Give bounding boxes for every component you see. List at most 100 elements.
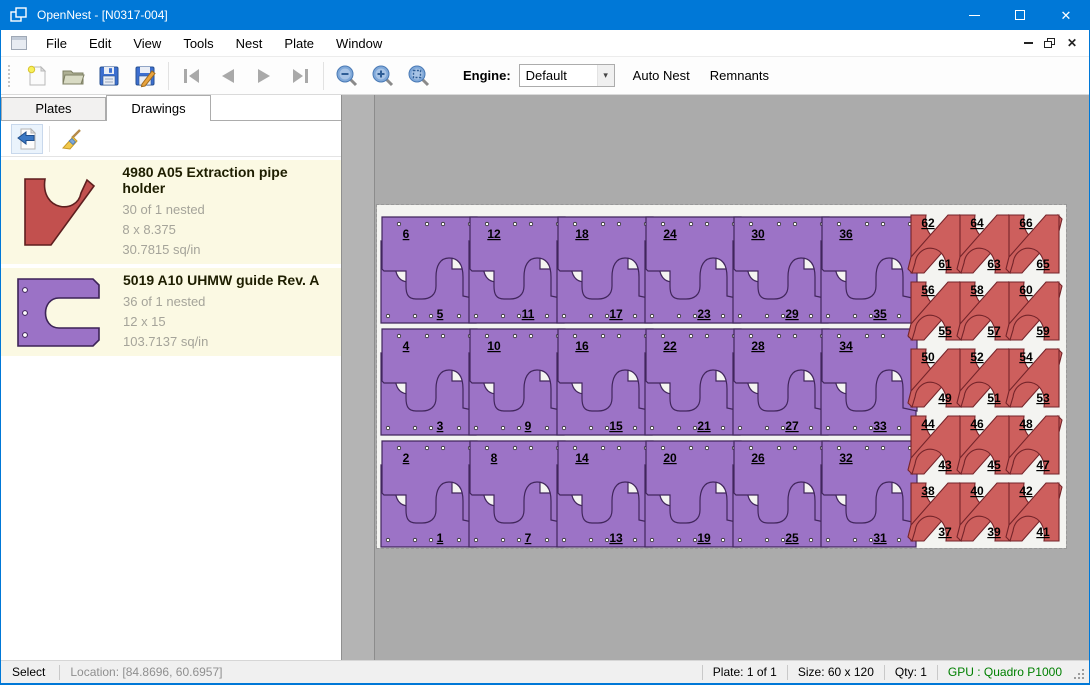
clean-button[interactable] <box>56 124 88 154</box>
mdi-close-icon: ✕ <box>1067 36 1077 50</box>
svg-text:51: 51 <box>987 391 1001 405</box>
svg-text:48: 48 <box>1019 417 1033 431</box>
list-item-part[interactable]: 5019 A10 UHMW guide Rev. A 36 of 1 neste… <box>1 268 341 356</box>
tab-strip-filler <box>211 95 341 121</box>
resize-grip[interactable] <box>1074 669 1086 681</box>
svg-text:25: 25 <box>785 531 799 545</box>
svg-text:10: 10 <box>487 339 501 353</box>
close-button[interactable]: ✕ <box>1043 0 1089 30</box>
gpu-status: GPU : Quadro P1000 <box>938 665 1072 679</box>
svg-text:58: 58 <box>970 283 984 297</box>
mode-status: Select <box>1 665 59 679</box>
engine-select[interactable]: Default ▾ <box>519 64 615 87</box>
zoom-in-button[interactable] <box>365 60 401 92</box>
toolbar-separator <box>323 62 324 90</box>
plate[interactable]: 6512111817242330293635431091615222128273… <box>377 205 1066 548</box>
go-last-button[interactable] <box>282 60 318 92</box>
new-button[interactable] <box>19 60 55 92</box>
save-as-button[interactable] <box>127 60 163 92</box>
import-drawing-icon <box>15 127 39 151</box>
svg-text:60: 60 <box>1019 283 1033 297</box>
svg-text:36: 36 <box>839 227 853 241</box>
import-drawing-button[interactable] <box>11 124 43 154</box>
canvas-margin-strip <box>342 95 375 660</box>
svg-text:12: 12 <box>487 227 501 241</box>
zoom-out-button[interactable] <box>329 60 365 92</box>
svg-text:32: 32 <box>839 451 853 465</box>
svg-text:56: 56 <box>921 283 935 297</box>
plate-size-status: Size: 60 x 120 <box>788 665 884 679</box>
svg-text:16: 16 <box>575 339 589 353</box>
svg-text:11: 11 <box>522 307 535 321</box>
svg-text:64: 64 <box>970 216 984 230</box>
save-icon <box>97 64 121 88</box>
drawings-toolbar <box>1 121 341 157</box>
svg-text:2: 2 <box>403 451 410 465</box>
svg-text:54: 54 <box>1019 350 1033 364</box>
svg-text:44: 44 <box>921 417 935 431</box>
drawings-list: 4980 A05 Extraction pipe holder 30 of 1 … <box>1 157 341 360</box>
svg-text:30: 30 <box>751 227 765 241</box>
part-title: 4980 A05 Extraction pipe holder <box>122 164 333 196</box>
maximize-button[interactable] <box>997 0 1043 30</box>
window-title: OpenNest - [N0317-004] <box>37 8 168 22</box>
part-size: 8 x 8.375 <box>122 220 333 240</box>
nest-drawing: 6512111817242330293635431091615222128273… <box>377 205 1066 548</box>
svg-text:40: 40 <box>970 484 984 498</box>
save-button[interactable] <box>91 60 127 92</box>
menu-view[interactable]: View <box>122 30 172 57</box>
engine-value: Default <box>520 68 597 83</box>
document-icon[interactable] <box>11 36 27 50</box>
svg-text:18: 18 <box>575 227 589 241</box>
svg-text:27: 27 <box>785 419 799 433</box>
open-icon <box>61 64 85 88</box>
qty-status: Qty: 1 <box>885 665 937 679</box>
go-first-button[interactable] <box>174 60 210 92</box>
minimize-button[interactable] <box>951 0 997 30</box>
svg-text:39: 39 <box>987 525 1001 539</box>
svg-text:3: 3 <box>437 419 444 433</box>
zoom-fit-button[interactable] <box>401 60 437 92</box>
toolbar-grip[interactable] <box>8 65 11 87</box>
mdi-close-button[interactable]: ✕ <box>1061 33 1083 53</box>
open-button[interactable] <box>55 60 91 92</box>
part-area: 30.7815 sq/in <box>122 240 333 260</box>
tab-drawings[interactable]: Drawings <box>106 95 211 121</box>
svg-text:21: 21 <box>697 419 711 433</box>
svg-text:19: 19 <box>697 531 711 545</box>
svg-text:52: 52 <box>970 350 984 364</box>
svg-text:35: 35 <box>873 307 887 321</box>
svg-text:24: 24 <box>663 227 677 241</box>
list-item-part[interactable]: 4980 A05 Extraction pipe holder 30 of 1 … <box>1 160 341 264</box>
go-previous-button[interactable] <box>210 60 246 92</box>
part-nested-count: 30 of 1 nested <box>122 200 333 220</box>
tab-plates[interactable]: Plates <box>1 97 106 121</box>
mdi-restore-button[interactable] <box>1039 33 1061 53</box>
menu-file[interactable]: File <box>35 30 78 57</box>
auto-nest-button[interactable]: Auto Nest <box>623 61 700 91</box>
go-next-button[interactable] <box>246 60 282 92</box>
svg-text:45: 45 <box>987 458 1001 472</box>
svg-text:33: 33 <box>873 419 887 433</box>
svg-text:26: 26 <box>751 451 765 465</box>
menu-nest[interactable]: Nest <box>225 30 274 57</box>
menu-tools[interactable]: Tools <box>172 30 224 57</box>
menu-edit[interactable]: Edit <box>78 30 122 57</box>
svg-text:62: 62 <box>921 216 935 230</box>
go-last-icon <box>288 64 312 88</box>
go-next-icon <box>252 64 276 88</box>
svg-text:29: 29 <box>785 307 799 321</box>
remnants-button[interactable]: Remnants <box>700 61 779 91</box>
svg-text:15: 15 <box>609 419 623 433</box>
svg-text:47: 47 <box>1036 458 1050 472</box>
svg-text:14: 14 <box>575 451 589 465</box>
menu-window[interactable]: Window <box>325 30 393 57</box>
tab-strip: Plates Drawings <box>1 95 341 121</box>
svg-text:7: 7 <box>525 531 532 545</box>
menu-plate[interactable]: Plate <box>273 30 325 57</box>
svg-text:41: 41 <box>1036 525 1050 539</box>
mdi-minimize-button[interactable] <box>1017 33 1039 53</box>
chevron-down-icon[interactable]: ▾ <box>597 65 614 86</box>
toolbar: Engine: Default ▾ Auto Nest Remnants <box>1 57 1089 95</box>
nest-canvas[interactable]: 6512111817242330293635431091615222128273… <box>342 95 1089 660</box>
